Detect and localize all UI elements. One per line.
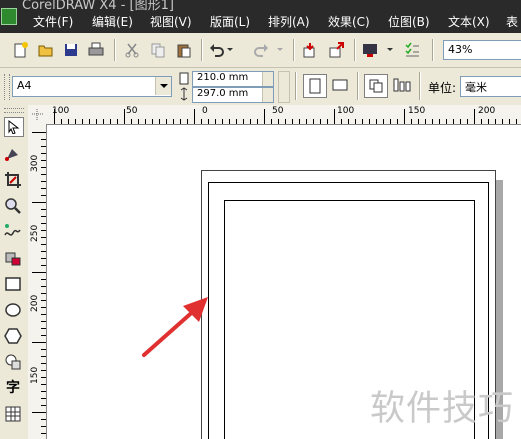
page-height-value: 297.0 mm xyxy=(197,88,249,99)
ruler-label-v: 250 xyxy=(30,224,40,242)
polygon-tool-icon[interactable] xyxy=(4,327,22,345)
new-document-icon[interactable] xyxy=(13,42,29,58)
application-launcher-icon[interactable] xyxy=(362,42,378,58)
ruler-label-v: 150 xyxy=(30,366,40,384)
freehand-tool-icon[interactable] xyxy=(4,223,22,241)
toolbox: 字 xyxy=(0,105,29,439)
width-spinner-icon[interactable] xyxy=(262,72,273,86)
watermark-text: 软件技巧 xyxy=(370,389,515,429)
ruler-origin[interactable] xyxy=(28,105,46,124)
chevron-down-icon[interactable] xyxy=(155,77,171,95)
table-tool-icon[interactable] xyxy=(4,405,22,423)
text-tool-icon[interactable]: 字 xyxy=(4,377,22,396)
page-width-value: 210.0 mm xyxy=(197,72,249,83)
export-icon[interactable] xyxy=(328,42,344,58)
current-page-icon[interactable] xyxy=(392,76,412,94)
portrait-button[interactable] xyxy=(303,74,327,98)
undo-dropdown-icon[interactable] xyxy=(226,45,234,53)
ruler-label-h: 50 xyxy=(126,106,138,116)
menu-arrange[interactable]: 排列(A) xyxy=(268,13,310,30)
shape-tool-icon[interactable] xyxy=(4,145,22,163)
ruler-label-v: 200 xyxy=(30,294,40,312)
redo-icon[interactable] xyxy=(253,42,269,58)
page-width-input[interactable]: 210.0 mm xyxy=(192,71,274,87)
launcher-dropdown-icon[interactable] xyxy=(386,45,394,53)
zoom-combo[interactable]: 43% xyxy=(443,40,521,60)
page-height-input[interactable]: 297.0 mm xyxy=(192,87,274,103)
menu-view[interactable]: 视图(V) xyxy=(150,13,192,30)
ruler-origin-icon xyxy=(32,109,43,120)
print-icon[interactable] xyxy=(88,42,104,58)
menu-table[interactable]: 表 xyxy=(506,13,518,30)
menu-layout[interactable]: 版面(L) xyxy=(210,13,250,30)
smart-fill-tool-icon[interactable] xyxy=(4,249,22,267)
crop-tool-icon[interactable] xyxy=(4,171,22,189)
redo-dropdown-icon[interactable] xyxy=(276,45,284,53)
menu-effects[interactable]: 效果(C) xyxy=(328,13,370,30)
red-arrow-annotation xyxy=(142,297,208,357)
ruler-label-h: 50 xyxy=(272,106,284,116)
menu-bitmaps[interactable]: 位图(B) xyxy=(388,13,430,30)
ellipse-tool-icon[interactable] xyxy=(4,301,22,319)
undo-icon[interactable] xyxy=(209,42,225,58)
zoom-tool-icon[interactable] xyxy=(4,197,22,215)
app-icon xyxy=(1,8,17,25)
ruler-label-h: 200 xyxy=(478,106,496,116)
menu-bar: CorelDRAW X4 - [图形1] 文件(F) 编辑(E) 视图(V) 版… xyxy=(0,0,521,33)
height-spinner-icon[interactable] xyxy=(262,88,273,102)
page-height-icon xyxy=(180,87,188,101)
ruler-label-v: 300 xyxy=(30,154,40,172)
landscape-icon[interactable] xyxy=(331,78,349,92)
all-pages-button[interactable] xyxy=(364,74,388,98)
units-select[interactable]: 毫米 xyxy=(460,76,521,97)
open-icon[interactable] xyxy=(38,42,54,58)
menu-text[interactable]: 文本(X) xyxy=(448,13,490,30)
ruler-label-h: 0 xyxy=(202,106,208,116)
copy-icon[interactable] xyxy=(150,42,166,58)
ruler-label-h: 100 xyxy=(337,106,355,116)
portrait-icon xyxy=(309,78,321,94)
paste-icon[interactable] xyxy=(176,42,192,58)
menu-file[interactable]: 文件(F) xyxy=(33,13,73,30)
horizontal-ruler[interactable]: 100 50 0 50 100 150 200 xyxy=(28,105,521,125)
ruler-label-h: 100 xyxy=(52,106,70,116)
cut-icon[interactable] xyxy=(124,42,140,58)
menu-edit[interactable]: 编辑(E) xyxy=(92,13,133,30)
property-bar: A4 210.0 mm 297.0 mm 单位: 毫米 xyxy=(0,68,521,106)
size-spinner-icon[interactable] xyxy=(278,71,290,103)
import-icon[interactable] xyxy=(302,42,318,58)
page-width-icon xyxy=(179,72,189,85)
pointer-icon xyxy=(8,120,20,134)
vertical-ruler[interactable]: 300 250 200 150 xyxy=(28,124,47,439)
welcome-screen-icon[interactable] xyxy=(404,42,420,58)
zoom-value: 43% xyxy=(448,43,473,56)
all-pages-icon xyxy=(369,79,383,93)
pick-tool[interactable] xyxy=(4,117,24,137)
basic-shapes-tool-icon[interactable] xyxy=(4,353,22,371)
paper-size-value: A4 xyxy=(17,79,32,92)
standard-toolbar: 43% xyxy=(0,33,521,68)
paper-size-select[interactable]: A4 xyxy=(12,76,172,97)
rectangle-tool-icon[interactable] xyxy=(4,275,22,293)
ruler-label-h: 150 xyxy=(408,106,426,116)
units-value: 毫米 xyxy=(465,81,487,94)
window-title: CorelDRAW X4 - [图形1] xyxy=(22,0,174,13)
units-label: 单位: xyxy=(428,81,457,95)
save-icon[interactable] xyxy=(63,42,79,58)
